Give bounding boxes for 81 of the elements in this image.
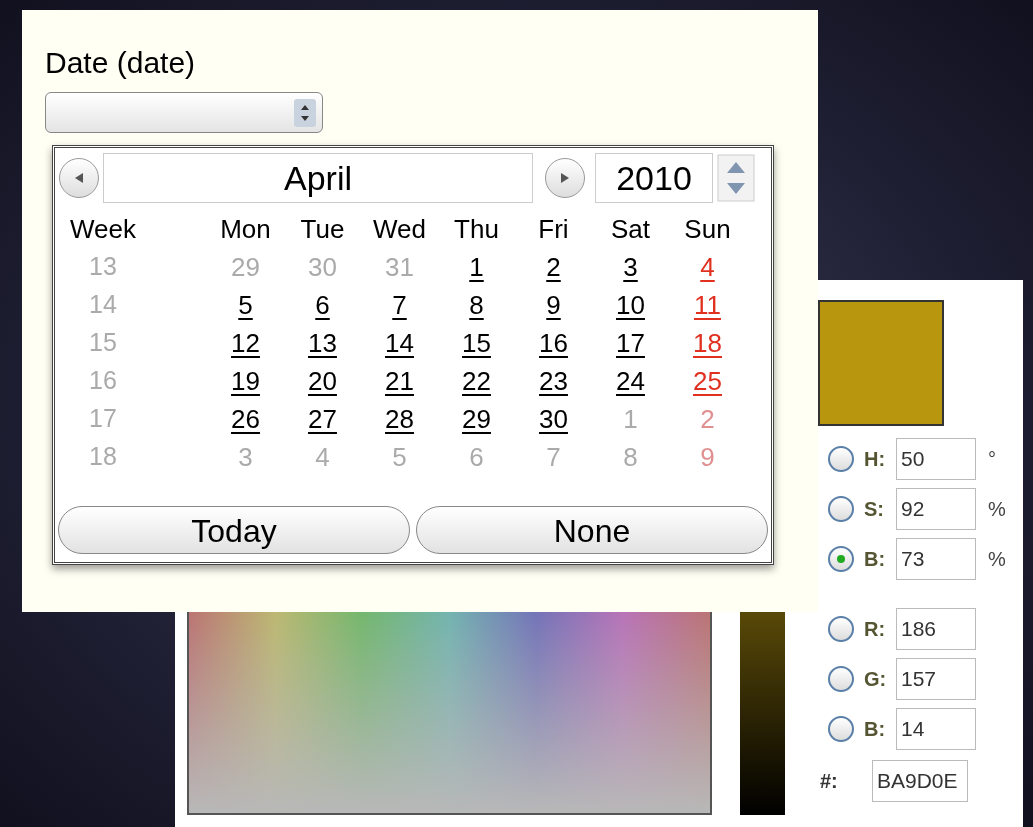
radio-button[interactable] [828,446,854,472]
year-field[interactable]: 2010 [595,153,713,203]
day-cell[interactable]: 14 [385,327,414,358]
column-header: Sun [684,213,731,244]
day-cell[interactable]: 17 [616,327,645,358]
value-field[interactable]: 73 [896,538,976,580]
hex-field[interactable]: BA9D0E [872,760,968,802]
day-cell[interactable]: 16 [539,327,568,358]
date-select[interactable] [45,92,323,133]
value-field[interactable]: 157 [896,658,976,700]
value-field[interactable]: 186 [896,608,976,650]
year-stepper-icon[interactable] [717,154,755,202]
field-label: R: [864,617,887,642]
field-label: G: [864,667,888,692]
value-field[interactable]: 14 [896,708,976,750]
day-cell[interactable]: 24 [616,365,645,396]
week-number: 13 [89,252,117,281]
day-cell[interactable]: 29 [462,403,491,434]
next-month-button[interactable] [545,158,585,198]
day-cell[interactable]: 20 [308,365,337,396]
week-number: 15 [89,328,117,357]
field-label: H: [864,447,887,472]
day-cell[interactable]: 8 [469,289,484,320]
unit-label: % [988,547,1006,572]
day-cell[interactable]: 30 [539,403,568,434]
radio-button[interactable] [828,716,854,742]
day-cell[interactable]: 15 [462,327,491,358]
day-cell[interactable]: 6 [315,289,330,320]
day-cell[interactable]: 10 [616,289,645,320]
column-header: Week [70,213,136,244]
column-header: Mon [220,213,271,244]
day-cell[interactable]: 1 [469,251,484,282]
field-label: S: [864,497,885,522]
day-cell[interactable]: 21 [385,365,414,396]
field-label: Date (date) [45,45,196,81]
calendar-button[interactable]: Today [58,506,410,554]
previous-month-button[interactable] [59,158,99,198]
field-label: B: [864,547,887,572]
color-field[interactable] [187,610,712,815]
day-cell[interactable]: 25 [693,365,722,396]
day-cell[interactable]: 3 [623,251,638,282]
day-cell[interactable]: 5 [238,289,253,320]
unit-label: ° [988,447,996,472]
day-cell[interactable]: 22 [462,365,491,396]
day-cell[interactable]: 12 [231,327,260,358]
day-cell[interactable]: 19 [231,365,260,396]
stepper-arrows-icon [294,99,316,127]
column-header: Wed [373,213,426,244]
week-number: 16 [89,366,117,395]
column-header: Tue [300,213,345,244]
day-cell[interactable]: 26 [231,403,260,434]
month-field[interactable]: April [103,153,533,203]
column-header: Thu [454,213,499,244]
calendar-button[interactable]: None [416,506,768,554]
column-header: Fri [538,213,569,244]
unit-label: % [988,497,1006,522]
field-label: B: [864,717,887,742]
value-field[interactable]: 92 [896,488,976,530]
radio-button[interactable] [828,546,854,572]
week-number: 18 [89,442,117,471]
radio-button[interactable] [828,666,854,692]
day-cell[interactable]: 13 [308,327,337,358]
column-header: Sat [611,213,650,244]
radio-button[interactable] [828,496,854,522]
week-number: 17 [89,404,117,433]
day-cell[interactable]: 7 [392,289,407,320]
day-cell[interactable]: 11 [694,289,721,320]
day-cell[interactable]: 23 [539,365,568,396]
day-cell[interactable]: 9 [546,289,561,320]
value-field[interactable]: 50 [896,438,976,480]
week-number: 14 [89,290,117,319]
field-label: #: [820,769,839,794]
left-triangle-icon [75,173,83,183]
right-triangle-icon [561,173,569,183]
day-cell[interactable]: 2 [546,251,561,282]
day-cell[interactable]: 27 [308,403,337,434]
day-cell[interactable]: 28 [385,403,414,434]
radio-button[interactable] [828,616,854,642]
brightness-strip[interactable] [740,610,785,815]
day-cell[interactable]: 18 [693,327,722,358]
day-cell[interactable]: 4 [700,251,715,282]
